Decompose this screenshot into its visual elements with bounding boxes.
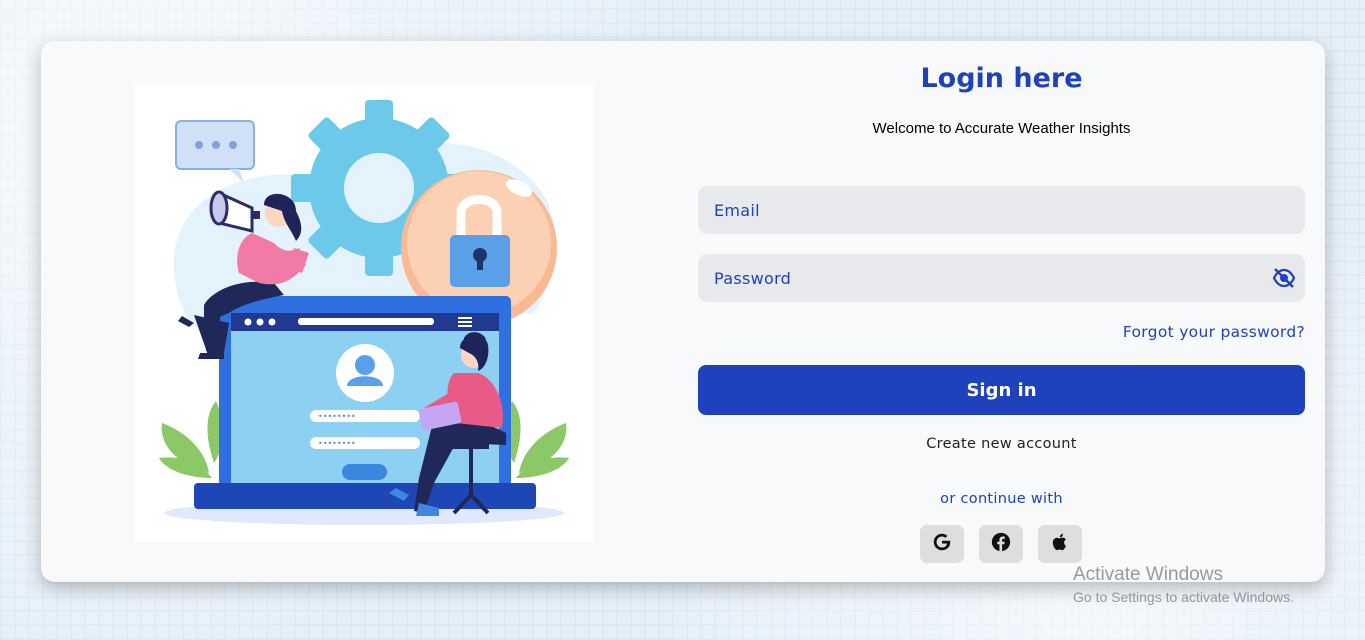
forgot-password-link[interactable]: Forgot your password?	[1123, 323, 1305, 341]
login-illustration: •••••••• ••••••••	[134, 83, 594, 542]
email-input[interactable]	[698, 186, 1305, 234]
create-account-link[interactable]: Create new account	[698, 436, 1305, 452]
apple-login-button[interactable]	[1038, 525, 1082, 563]
svg-text:••••••••: ••••••••	[318, 412, 356, 421]
google-icon	[931, 531, 953, 557]
page-subtitle: Welcome to Accurate Weather Insights	[872, 120, 1131, 137]
password-input[interactable]	[698, 254, 1305, 302]
login-card: •••••••• •••••••• Login here Welcome to …	[41, 41, 1325, 582]
eye-slash-icon[interactable]	[1272, 267, 1296, 289]
activate-windows-watermark: Activate Windows Go to Settings to activ…	[1073, 564, 1294, 605]
sign-in-button[interactable]: Sign in	[698, 365, 1305, 415]
page-title: Login here	[920, 63, 1083, 94]
continue-with-label: or continue with	[940, 491, 1063, 507]
svg-text:••••••••: ••••••••	[318, 439, 356, 448]
watermark-title: Activate Windows	[1073, 564, 1223, 585]
facebook-icon	[990, 531, 1012, 557]
watermark-subtitle: Go to Settings to activate Windows.	[1073, 589, 1294, 605]
facebook-login-button[interactable]	[979, 525, 1023, 563]
google-login-button[interactable]	[920, 525, 964, 563]
apple-icon	[1049, 531, 1071, 557]
